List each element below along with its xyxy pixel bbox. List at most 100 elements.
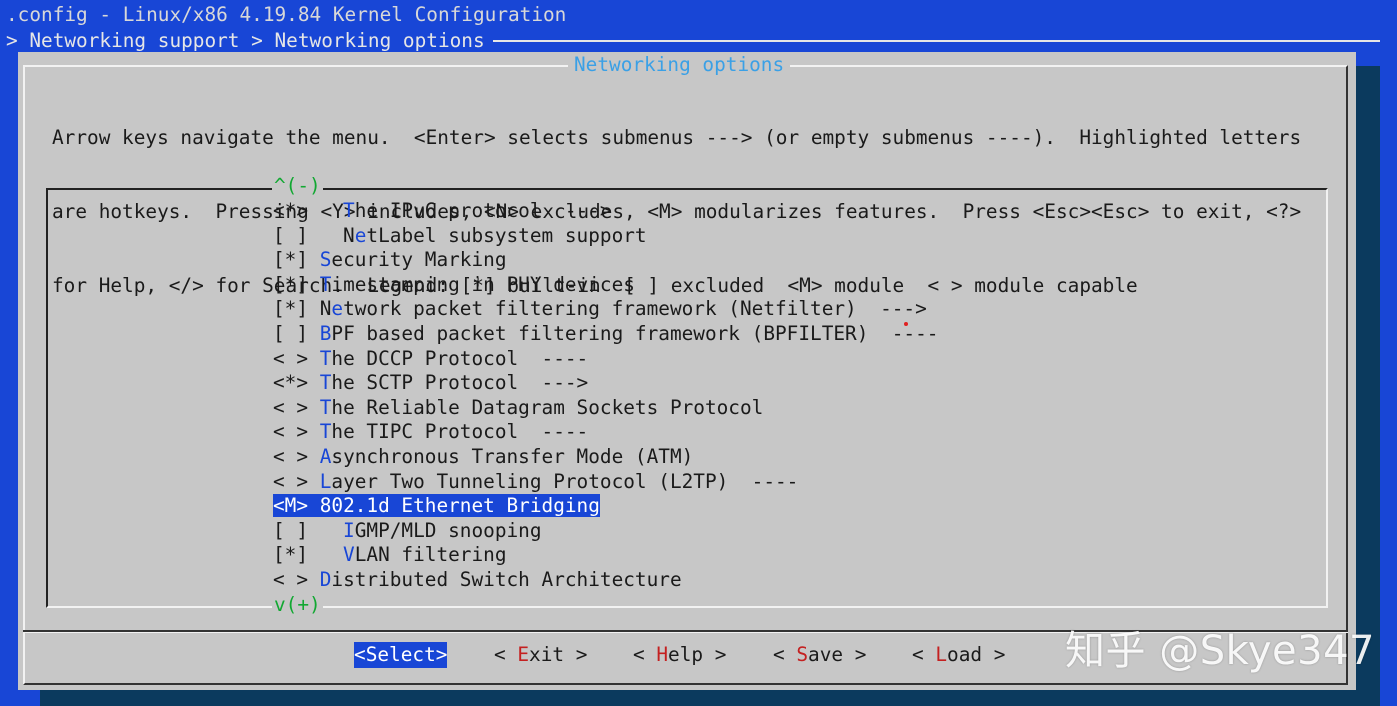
menu-item-hotkey: T (343, 199, 355, 222)
window-title: .config - Linux/x86 4.19.84 Kernel Confi… (6, 3, 567, 26)
breadcrumb: > Networking support > Networking option… (6, 28, 1386, 54)
menu-item-rest: synchronous Transfer Mode (ATM) (331, 444, 694, 468)
menu-item-text: [ ] BPF based packet filtering framework… (273, 322, 938, 345)
scroll-down-indicator[interactable]: v(+) (272, 593, 323, 617)
menu-item-hotkey: I (343, 518, 355, 542)
menu-item-rest: he IPv6 protocol ---> (354, 199, 612, 222)
menu-item-hotkey: T (319, 346, 332, 370)
menu-item-hotkey: S (319, 248, 332, 272)
menu-item-prefix: <M> (273, 494, 320, 518)
dialog-shadow-bottom (40, 690, 1380, 706)
save-button[interactable]: < Save > (773, 642, 866, 668)
menu-item-prefix: < > (273, 444, 320, 468)
menu-item-rest: PF based packet filtering framework (BPF… (331, 321, 939, 345)
menu-item-text: [*] Timestamping in PHY devices (273, 273, 635, 296)
menu-item-text: < > The Reliable Datagram Sockets Protoc… (273, 396, 763, 419)
menu-item[interactable]: [*] Security Marking (273, 248, 938, 273)
menu-item[interactable]: < > Layer Two Tunneling Protocol (L2TP) … (273, 470, 938, 495)
menu-item[interactable]: < > The DCCP Protocol ---- (273, 347, 938, 372)
menu-item-prefix: < > (273, 469, 320, 493)
menu-item-rest: he Reliable Datagram Sockets Protocol (331, 395, 764, 419)
menu-item-text: [*] Network packet filtering framework (… (273, 297, 927, 320)
menu-item-text: [*] Security Marking (273, 248, 507, 271)
menu-list: <*> The IPv6 protocol --->[ ] NetLabel s… (273, 199, 938, 593)
menu-item[interactable]: [*] VLAN filtering (273, 543, 938, 568)
menu-item[interactable]: [ ] NetLabel subsystem support (273, 224, 938, 249)
menu-item[interactable]: [ ] BPF based packet filtering framework… (273, 322, 938, 347)
networking-options-dialog: Networking options Arrow keys navigate t… (18, 52, 1356, 690)
menu-item-rest: twork packet filtering framework (Netfil… (343, 297, 927, 321)
menu-item-rest: istributed Switch Architecture (331, 567, 682, 591)
menu-item[interactable]: <*> The SCTP Protocol ---> (273, 371, 938, 396)
menu-item-text: <M> 802.1d Ethernet Bridging (273, 494, 600, 518)
menu-item-prefix: < > (273, 395, 320, 419)
menu-item-rest: GMP/MLD snooping (354, 518, 542, 542)
menu-item-text: < > Distributed Switch Architecture (273, 568, 682, 591)
menu-item-text: < > Layer Two Tunneling Protocol (L2TP) … (273, 470, 798, 493)
menu-item-prefix: < > (273, 567, 320, 591)
menu-item-prefix: [*] (273, 543, 344, 567)
menu-item-prefix: <*> (273, 371, 320, 395)
menu-item-hotkey: A (319, 444, 332, 468)
menu-item-hotkey: e (354, 223, 367, 247)
menu-item-rest: imestamping in PHY devices (331, 272, 635, 296)
dialog-title: Networking options (568, 53, 791, 77)
menu-item-rest: ayer Two Tunneling Protocol (L2TP) ---- (331, 469, 799, 493)
menu-item[interactable]: [ ] IGMP/MLD snooping (273, 519, 938, 544)
menu-item-text: < > The TIPC Protocol ---- (273, 420, 588, 443)
menu-item-hotkey: T (319, 371, 332, 395)
menu-item-text: <*> The IPv6 protocol ---> (273, 199, 612, 222)
menu-item-hotkey: T (319, 420, 332, 444)
menu-item-text: [ ] IGMP/MLD snooping (273, 519, 542, 542)
menu-item[interactable]: < > The Reliable Datagram Sockets Protoc… (273, 396, 938, 421)
menu-item[interactable]: < > The TIPC Protocol ---- (273, 420, 938, 445)
menu-item-hotkey: T (319, 272, 332, 296)
menu-item-text: <*> The SCTP Protocol ---> (273, 371, 588, 394)
menu-item-text: [*] VLAN filtering (273, 543, 507, 566)
exit-button[interactable]: < Exit > (494, 642, 587, 668)
menu-item-prefix: [*] N (273, 297, 332, 321)
menu-item-prefix: < > (273, 420, 320, 444)
scroll-up-indicator[interactable]: ^(-) (272, 174, 323, 198)
menu-item-hotkey: T (319, 395, 332, 419)
cursor-dot (904, 322, 908, 326)
menu-item[interactable]: <*> The IPv6 protocol ---> (273, 199, 938, 224)
menu-item-prefix: < > (273, 346, 320, 370)
menu-item-prefix: [ ] (273, 321, 320, 345)
menu-item[interactable]: <M> 802.1d Ethernet Bridging (273, 494, 938, 519)
menu-item-prefix: [*] (273, 248, 320, 272)
help-line: Arrow keys navigate the menu. <Enter> se… (52, 126, 1302, 150)
breadcrumb-text: > Networking support > Networking option… (6, 29, 485, 52)
menu-item[interactable]: [*] Timestamping in PHY devices (273, 273, 938, 298)
watermark: 知乎 @Skye347 (1065, 628, 1375, 674)
menu-item-text: [ ] NetLabel subsystem support (273, 224, 647, 247)
menu-item-hotkey: D (319, 567, 332, 591)
menu-item-hotkey: L (319, 469, 332, 493)
menu-item-text: < > Asynchronous Transfer Mode (ATM) (273, 445, 693, 468)
menu-item-hotkey: 8 (319, 494, 332, 518)
breadcrumb-rule (492, 40, 1386, 42)
menu-item-prefix: <*> (273, 199, 344, 222)
menu-item[interactable]: [*] Network packet filtering framework (… (273, 297, 938, 322)
menu-item-prefix: [ ] N (273, 223, 355, 247)
menu-item[interactable]: < > Distributed Switch Architecture (273, 568, 938, 593)
menu-item-rest: he DCCP Protocol ---- (331, 346, 589, 370)
menu-item-prefix: [*] (273, 272, 320, 296)
menu-item-rest: he TIPC Protocol ---- (331, 420, 589, 444)
menu-item-hotkey: B (319, 321, 332, 345)
menu-item-rest: he SCTP Protocol ---> (331, 371, 589, 395)
menu-item-rest: 02.1d Ethernet Bridging (331, 494, 600, 518)
help-button[interactable]: < Help > (633, 642, 726, 668)
terminal-right-edge (1380, 0, 1397, 706)
select-button[interactable]: <Select> (354, 642, 448, 668)
dialog-shadow-right (1356, 66, 1380, 706)
menu-item-rest: tLabel subsystem support (366, 223, 647, 247)
menu-item-hotkey: V (343, 543, 355, 567)
menu-item-hotkey: e (331, 297, 344, 321)
menu-item-text: < > The DCCP Protocol ---- (273, 347, 588, 370)
menu-item-rest: ecurity Marking (331, 248, 507, 272)
load-button[interactable]: < Load > (912, 642, 1005, 668)
menu-item[interactable]: < > Asynchronous Transfer Mode (ATM) (273, 445, 938, 470)
menu-item-prefix: [ ] (273, 518, 344, 542)
menu-item-rest: LAN filtering (354, 543, 507, 567)
